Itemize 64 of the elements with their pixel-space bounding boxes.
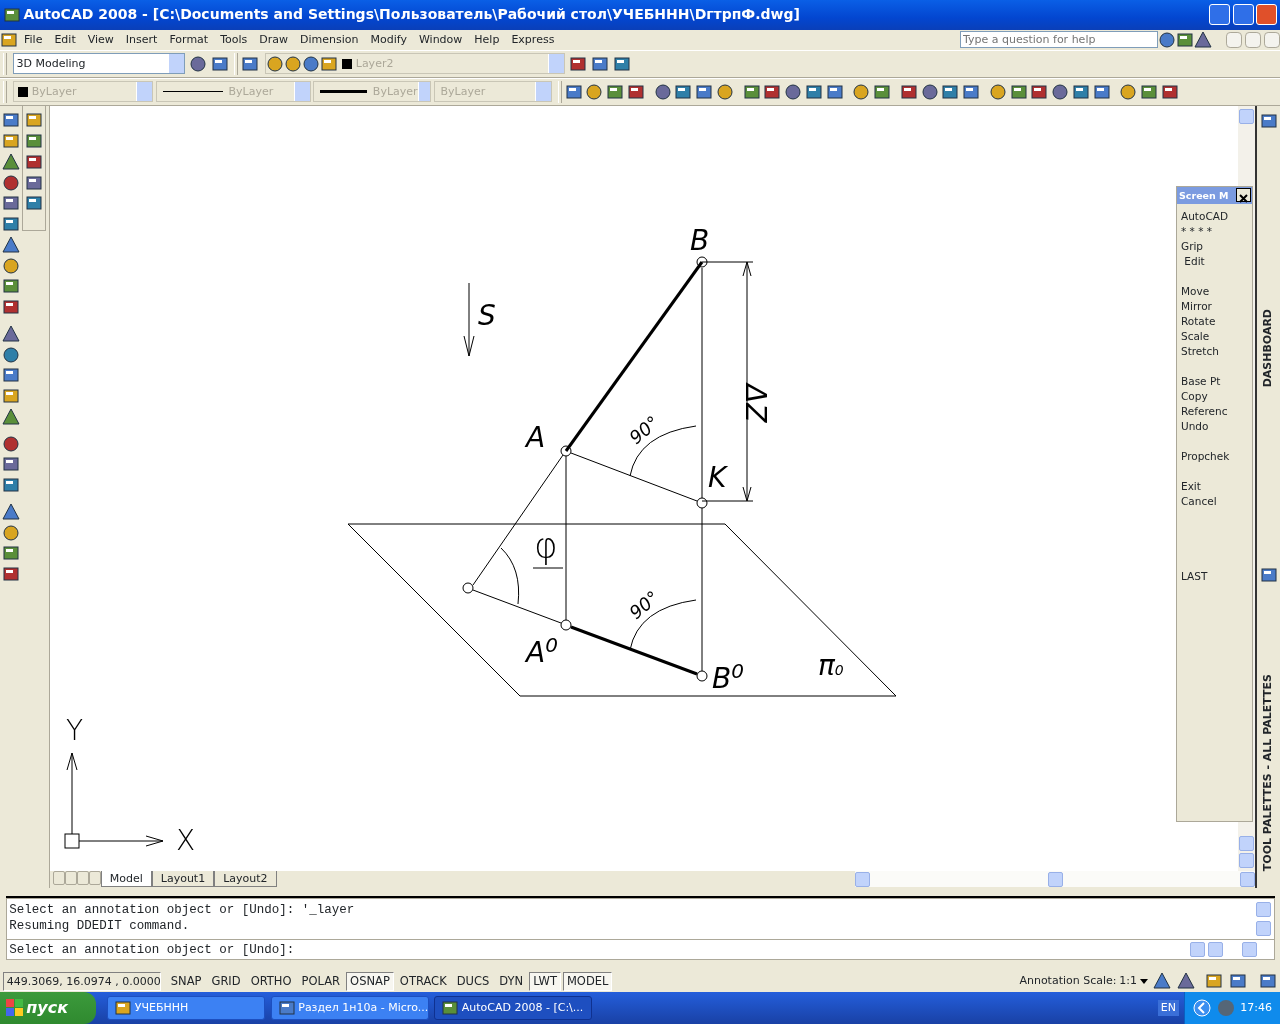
menu-item[interactable]: Format bbox=[163, 29, 215, 50]
menu-item[interactable]: View bbox=[81, 29, 120, 50]
screen-menu-item[interactable]: LAST bbox=[1177, 569, 1252, 585]
screen-menu-item[interactable]: Scale bbox=[1177, 329, 1252, 345]
language-indicator[interactable]: EN bbox=[1158, 999, 1179, 1017]
annotation-scale-label: Annotation Scale: bbox=[1019, 972, 1117, 989]
screen-menu-item[interactable]: Base Pt bbox=[1177, 374, 1252, 390]
screen-menu-item[interactable]: Stretch bbox=[1177, 344, 1252, 360]
axis-label: X bbox=[176, 823, 196, 857]
menu-item[interactable]: Window bbox=[412, 29, 469, 50]
palette-tab[interactable]: TOOL PALETTES - ALL PALETTES bbox=[1260, 674, 1277, 872]
dimension-label: ΔZ bbox=[739, 383, 772, 423]
menu-item[interactable]: Draw bbox=[253, 29, 294, 50]
status-toggle[interactable]: MODEL bbox=[562, 971, 613, 991]
menu-item[interactable]: Tools bbox=[214, 29, 254, 50]
coordinates-display: 449.3069, 16.0974 , 0.0000 bbox=[2, 971, 161, 991]
menu-item[interactable]: Edit bbox=[48, 29, 82, 50]
screen-menu-item[interactable]: Grip bbox=[1177, 239, 1252, 255]
screen-menu-item[interactable]: Referenc bbox=[1177, 404, 1252, 420]
taskbar-button[interactable]: УЧЕБННН bbox=[107, 996, 265, 1020]
palette-tab[interactable]: DASHBOARD bbox=[1260, 309, 1277, 388]
point-label: B bbox=[690, 223, 710, 257]
status-toggle[interactable]: OSNAP bbox=[346, 971, 394, 991]
angle-symbol: φ bbox=[534, 524, 558, 566]
screen-menu-item[interactable]: Exit bbox=[1177, 479, 1252, 495]
screen-menu-item[interactable]: Rotate bbox=[1177, 314, 1252, 330]
taskbar-button[interactable]: AutoCAD 2008 - [C:\... bbox=[434, 996, 592, 1020]
layout-tab[interactable]: Layout1 bbox=[151, 871, 215, 888]
direction-label: S bbox=[478, 298, 496, 332]
screen-menu-item[interactable]: Move bbox=[1177, 284, 1252, 300]
help-search-field[interactable]: Type a question for help bbox=[960, 31, 1158, 49]
menu-item[interactable]: Help bbox=[468, 29, 506, 50]
status-toggle[interactable]: LWT bbox=[529, 971, 561, 991]
point-label: A$^{0}$ bbox=[526, 632, 558, 669]
point-label: B$^{0}$ bbox=[712, 658, 744, 695]
point-label: K bbox=[708, 460, 727, 494]
screen-menu-item[interactable]: Cancel bbox=[1177, 494, 1252, 510]
screen-menu-item[interactable]: * * * * bbox=[1177, 224, 1252, 240]
layout-tab[interactable]: Model bbox=[100, 871, 152, 888]
palette-title-bar: Screen M bbox=[1177, 186, 1252, 204]
screen-menu-item[interactable]: Mirror bbox=[1177, 299, 1252, 315]
menu-item[interactable]: Modify bbox=[364, 29, 413, 50]
menu-item[interactable]: Express bbox=[505, 29, 561, 50]
screen-menu-item[interactable]: Copy bbox=[1177, 389, 1252, 405]
menu-item[interactable]: Dimension bbox=[294, 29, 365, 50]
command-history-line: Resuming DDEDIT command. bbox=[9, 917, 191, 934]
screen-menu-item[interactable]: Edit bbox=[1177, 254, 1252, 270]
menu-item[interactable]: Insert bbox=[119, 29, 164, 50]
screen-menu-item[interactable]: AutoCAD bbox=[1177, 209, 1252, 225]
clock: 17:46 bbox=[1240, 999, 1272, 1016]
window-title: AutoCAD 2008 - [C:\Documents and Settings\Пользователь\Рабочий стол\УЧЕБННН\DгтрпФ.dwg] bbox=[23, 5, 800, 25]
layout-tab[interactable]: Layout2 bbox=[214, 871, 277, 888]
taskbar-button[interactable]: Раздел 1н10а - Micro... bbox=[270, 996, 429, 1020]
menu-item[interactable]: File bbox=[18, 29, 49, 50]
angle-label: 90° bbox=[625, 411, 663, 448]
start-button[interactable]: пуск bbox=[0, 992, 96, 1024]
angle-label: 90° bbox=[625, 586, 663, 623]
point-label: A bbox=[526, 420, 546, 454]
workspace-dropdown[interactable]: 3D Modeling bbox=[12, 53, 185, 75]
screen-menu-item[interactable]: Propchek bbox=[1177, 449, 1252, 465]
command-history-line: Select an annotation object or [Undo]: '_layer bbox=[9, 901, 356, 918]
screen-menu-item[interactable]: Undo bbox=[1177, 419, 1252, 435]
annotation-scale-dropdown[interactable]: 1:1 bbox=[1119, 972, 1148, 990]
axis-label: Y bbox=[66, 713, 84, 747]
